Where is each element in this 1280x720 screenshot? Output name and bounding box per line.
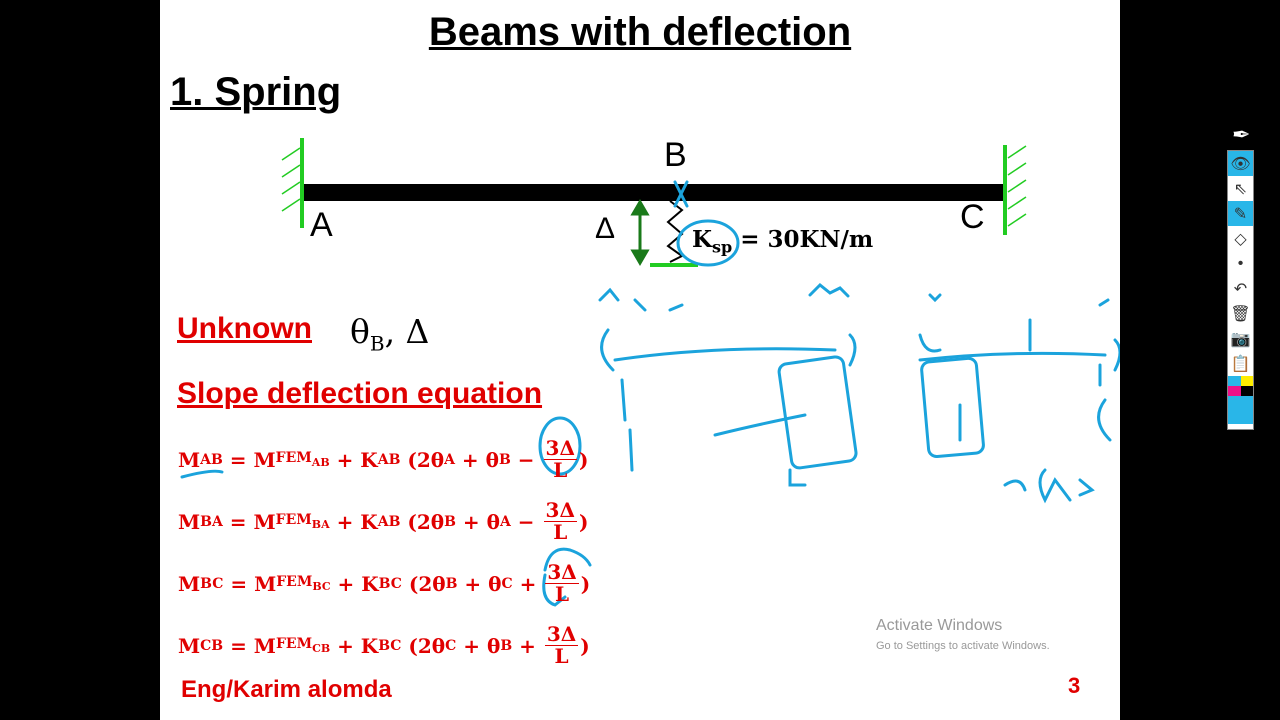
slope-deflection-heading: Slope deflection equation [177,377,543,410]
color-yellow[interactable] [1240,376,1253,386]
label-b: B [664,136,687,174]
pen-toolbar: 👁 ⇖ ✎ ◇ • ↶ 🗑 📷 📋 [1227,150,1254,430]
color-palette [1228,376,1253,396]
author: Eng/Karim alomda [181,676,392,703]
unknown-values: θB, Δ [350,312,430,356]
unknown-label: Unknown [177,312,312,345]
color-black[interactable] [1240,386,1253,396]
equation-ab: M AB = M FEMAB + K AB (2θ A + θB − 3Δ L) [178,436,589,482]
beam-diagram [180,138,1120,607]
fixed-support-c [1003,145,1027,235]
eye-icon[interactable]: 👁 [1228,151,1253,176]
fraction: 3Δ L [543,498,577,544]
deflection-arrow [630,199,650,266]
activate-windows-watermark: Activate Windows [876,617,1003,634]
equation-bc: M BC = M FEMBC + K BC (2θ B + θC + 3Δ L) [178,560,591,606]
equation-ba: M BA = M FEMBA + K AB (2θ B + θA − 3Δ L) [178,498,589,544]
fraction: 3Δ L [544,622,579,668]
label-a: A [310,206,333,244]
clipboard-icon[interactable]: 📋 [1228,351,1253,376]
highlighter-icon[interactable]: ✎ [1228,201,1253,226]
current-color[interactable] [1228,396,1253,424]
beam [304,184,1004,201]
fraction: 3Δ L [545,560,579,606]
label-c: C [960,198,985,236]
pointer-icon[interactable]: ⇖ [1228,176,1253,201]
color-cyan[interactable] [1228,376,1241,386]
activate-windows-hint: Go to Settings to activate Windows. [876,640,1050,652]
color-magenta[interactable] [1228,386,1241,396]
equation-cb: M CB = M FEMCB + K BC (2θ C + θB + 3Δ L) [178,622,590,668]
slide: Beams with deflection 1. Spring A B C Δ … [160,0,1120,720]
fixed-support-a [281,138,304,228]
trash-icon[interactable]: 🗑 [1228,301,1253,326]
dot-icon[interactable]: • [1228,251,1253,276]
pen-icon[interactable]: ✒ [1232,122,1250,148]
delta-label: Δ [595,212,616,245]
page-number: 3 [1068,673,1081,698]
camera-icon[interactable]: 📷 [1228,326,1253,351]
spring-stiffness: Ksp = 30KN/m [692,226,874,257]
undo-icon[interactable]: ↶ [1228,276,1253,301]
eraser-icon[interactable]: ◇ [1228,226,1253,251]
fraction: 3Δ L [543,436,577,482]
